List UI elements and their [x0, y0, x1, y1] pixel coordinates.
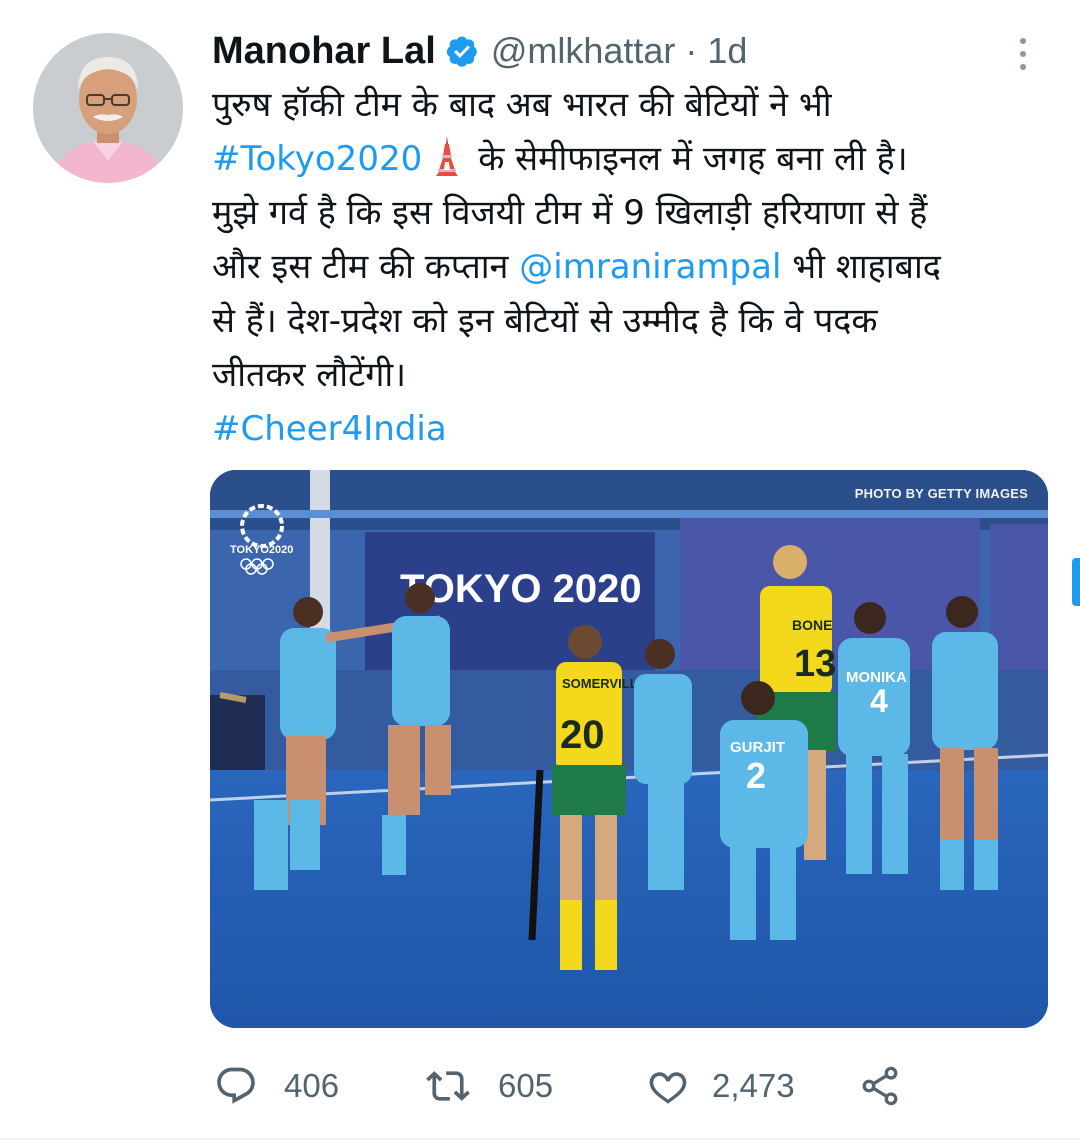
tweet-text: पुरुष हॉकी टीम के बाद अब भारत की बेटियों…	[212, 78, 1062, 456]
bottom-divider	[0, 1138, 1080, 1140]
olympic-emblem-icon	[232, 498, 302, 578]
retweet-count: 605	[498, 1067, 554, 1104]
jersey-number-gurjit: 2	[746, 755, 766, 796]
jersey-number-bone: 13	[794, 643, 836, 685]
tweet-line-2-text: के सेमीफाइनल में जगह बना ली है।	[478, 139, 908, 179]
more-options-icon[interactable]	[1008, 34, 1038, 74]
olympic-badge-text: TOKYO2020	[230, 544, 294, 556]
tweet: Manohar Lal @mlkhattar · 1d पुरुष हॉकी ट…	[0, 0, 1080, 1144]
hashtag-cheer4india[interactable]: #Cheer4India	[212, 409, 447, 449]
tweet-line-6: जीतकर लौटेंगी।	[212, 355, 407, 395]
share-icon	[862, 1066, 898, 1106]
tweet-photo[interactable]: TOKYO 2020 SOMERVILLE 20 BONE 13 GURJIT …	[210, 470, 1048, 1028]
tweet-line-4-post: भी शाहाबाद	[781, 247, 941, 287]
tokyo-tower-emoji-icon	[434, 136, 460, 176]
header-separator: ·	[685, 30, 698, 71]
jersey-name-bone: BONE	[792, 617, 832, 633]
tweet-line-2: #Tokyo2020 के सेमीफाइनल में जगह बना ली है…	[212, 132, 1062, 186]
author-handle[interactable]: @mlkhattar	[491, 30, 676, 72]
avatar[interactable]	[33, 33, 183, 183]
like-count: 2,473	[712, 1067, 795, 1104]
tweet-line-1: पुरुष हॉकी टीम के बाद अब भारत की बेटियों…	[212, 85, 832, 125]
jersey-name-somerville: SOMERVILLE	[562, 676, 647, 691]
heart-icon	[649, 1072, 687, 1104]
tweet-timestamp[interactable]: 1d	[707, 30, 747, 72]
hashtag-tokyo2020[interactable]: #Tokyo2020	[212, 139, 422, 179]
hockey-celebration-photo: TOKYO 2020 SOMERVILLE 20 BONE 13 GURJIT …	[210, 470, 1048, 1028]
photo-credit: PHOTO BY GETTY IMAGES	[854, 486, 1028, 501]
banner-tokyo2020: TOKYO 2020	[400, 567, 642, 611]
tweet-line-4: और इस टीम की कप्तान @imranirampal भी शाह…	[212, 240, 1062, 294]
scroll-indicator[interactable]	[1072, 558, 1080, 606]
like-button[interactable]: 2,473	[646, 1060, 795, 1112]
retweet-button[interactable]: 605	[426, 1060, 553, 1112]
verified-badge-icon	[445, 34, 479, 68]
jersey-name-gurjit: GURJIT	[730, 739, 785, 756]
mention-imranirampal[interactable]: @imranirampal	[519, 247, 781, 287]
tweet-line-3: मुझे गर्व है कि इस विजयी टीम में 9 खिलाड…	[212, 193, 928, 233]
author-name[interactable]: Manohar Lal	[212, 30, 436, 73]
jersey-number-somerville: 20	[560, 713, 605, 757]
retweet-icon	[426, 1071, 470, 1101]
share-button[interactable]	[858, 1060, 902, 1112]
tweet-actions: 406 605 2,473	[214, 1060, 934, 1112]
reply-count: 406	[284, 1067, 340, 1104]
tweet-line-7: #Cheer4India	[212, 402, 1062, 456]
avatar-image	[33, 33, 183, 183]
reply-icon	[217, 1067, 255, 1104]
jersey-number-monika: 4	[870, 683, 888, 719]
tweet-line-5: से हैं। देश-प्रदेश को इन बेटियों से उम्म…	[212, 301, 878, 341]
tweet-header: Manohar Lal @mlkhattar · 1d	[212, 28, 747, 74]
reply-button[interactable]: 406	[214, 1060, 339, 1112]
tweet-line-4-pre: और इस टीम की कप्तान	[212, 247, 520, 287]
